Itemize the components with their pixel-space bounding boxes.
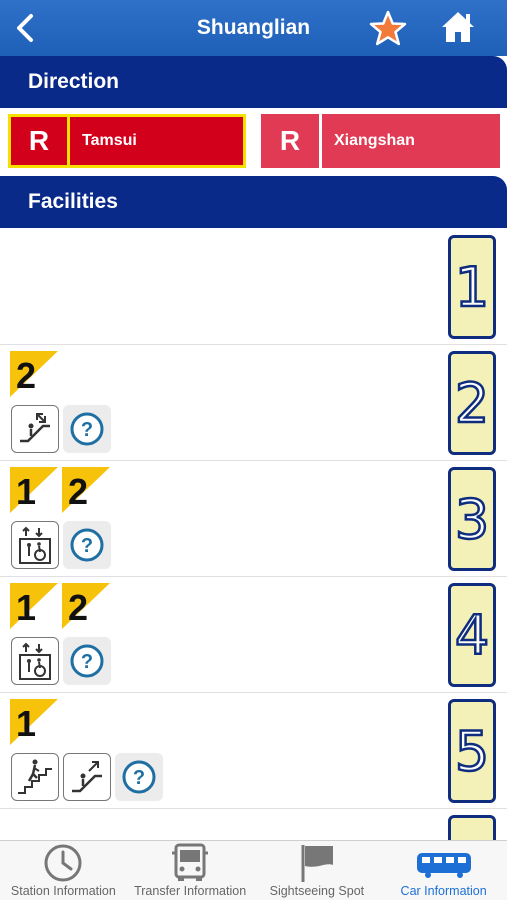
back-button[interactable]: [10, 12, 40, 44]
help-icon: ?: [122, 760, 156, 794]
door-number: 2: [68, 587, 89, 628]
tab-label: Sightseeing Spot: [269, 884, 365, 898]
car-row: 1 2: [0, 461, 507, 577]
car-number: 5: [454, 718, 491, 784]
escalator-up-icon[interactable]: [63, 753, 111, 801]
app-screen: Shuanglian Direction R Tamsui R Xiangsha…: [0, 0, 507, 900]
car-number: 2: [454, 370, 491, 436]
car-number-badge: 2: [448, 351, 496, 455]
escalator-down-icon[interactable]: [11, 405, 59, 453]
car-number: 1: [454, 254, 491, 320]
flag-icon: [301, 845, 333, 882]
nav-bar: Shuanglian: [0, 0, 507, 56]
door-badge: 1: [10, 467, 58, 513]
direction-header: Direction: [0, 56, 507, 108]
help-icon: ?: [70, 528, 104, 562]
direction-title: Direction: [28, 70, 120, 93]
tab-transfer-information[interactable]: Transfer Information: [127, 841, 254, 900]
help-button[interactable]: ?: [63, 637, 111, 685]
svg-text:?: ?: [81, 535, 93, 557]
car-number-badge: 1: [448, 235, 496, 339]
clock-icon: [44, 844, 82, 882]
star-icon: [369, 10, 407, 46]
help-icon: ?: [70, 412, 104, 446]
car-row: 1: [0, 229, 507, 345]
door-badge: 1: [10, 699, 58, 745]
home-icon: [442, 12, 474, 42]
bus-front-icon: [172, 843, 209, 881]
direction-button-tamsui[interactable]: R Tamsui: [8, 114, 246, 168]
help-button[interactable]: ?: [63, 521, 111, 569]
chevron-left-icon: [17, 14, 33, 42]
facilities-header: Facilities: [0, 176, 507, 228]
car-number-badge: 6: [448, 815, 496, 840]
car-row: 1: [0, 693, 507, 809]
door-number: 1: [16, 471, 37, 512]
svg-text:?: ?: [81, 651, 93, 673]
door-number: 1: [16, 703, 37, 744]
line-code: R: [11, 117, 67, 165]
train-car-icon: [416, 853, 471, 878]
tab-bar: Station Information Transfer Information…: [0, 840, 507, 900]
favorite-button[interactable]: [368, 10, 408, 46]
line-code: R: [261, 114, 319, 168]
tab-sightseeing-spot[interactable]: Sightseeing Spot: [254, 841, 381, 900]
svg-text:?: ?: [81, 419, 93, 441]
help-button[interactable]: ?: [63, 405, 111, 453]
door-badge: 2: [10, 351, 58, 397]
car-number-badge: 5: [448, 699, 496, 803]
car-number: 3: [454, 486, 491, 552]
tab-label: Station Information: [10, 884, 116, 898]
page-title: Shuanglian: [196, 16, 311, 39]
elevator-icon[interactable]: [11, 637, 59, 685]
elevator-icon[interactable]: [11, 521, 59, 569]
direction-selector: R Tamsui R Xiangshan: [0, 108, 507, 174]
door-number: 2: [16, 355, 37, 396]
home-button[interactable]: [438, 8, 478, 46]
car-row: 1 2: [0, 577, 507, 693]
car-list[interactable]: 1 2 ? 2 1 2 ? 3 1 2 ? 4 1 ? 5: [0, 229, 507, 840]
destination-label: Tamsui: [70, 117, 243, 165]
tab-label: Car Information: [400, 884, 487, 898]
door-badge: 1: [10, 583, 58, 629]
door-number: 2: [68, 471, 89, 512]
help-button[interactable]: ?: [115, 753, 163, 801]
tab-label: Transfer Information: [134, 884, 247, 898]
car-number-badge: 3: [448, 467, 496, 571]
door-number: 1: [16, 587, 37, 628]
direction-button-xiangshan[interactable]: R Xiangshan: [261, 114, 500, 168]
door-badge: 2: [62, 467, 110, 513]
car-row: 2 ? 2: [0, 345, 507, 461]
facilities-title: Facilities: [28, 190, 118, 213]
help-icon: ?: [70, 644, 104, 678]
svg-text:?: ?: [133, 767, 145, 789]
car-row: 6: [0, 809, 507, 840]
car-number-badge: 4: [448, 583, 496, 687]
door-badge: 2: [62, 583, 110, 629]
car-number: 4: [454, 602, 491, 668]
tab-car-information[interactable]: Car Information: [380, 841, 507, 900]
tab-station-information[interactable]: Station Information: [0, 841, 127, 900]
stairs-icon[interactable]: [11, 753, 59, 801]
destination-label: Xiangshan: [322, 114, 500, 168]
